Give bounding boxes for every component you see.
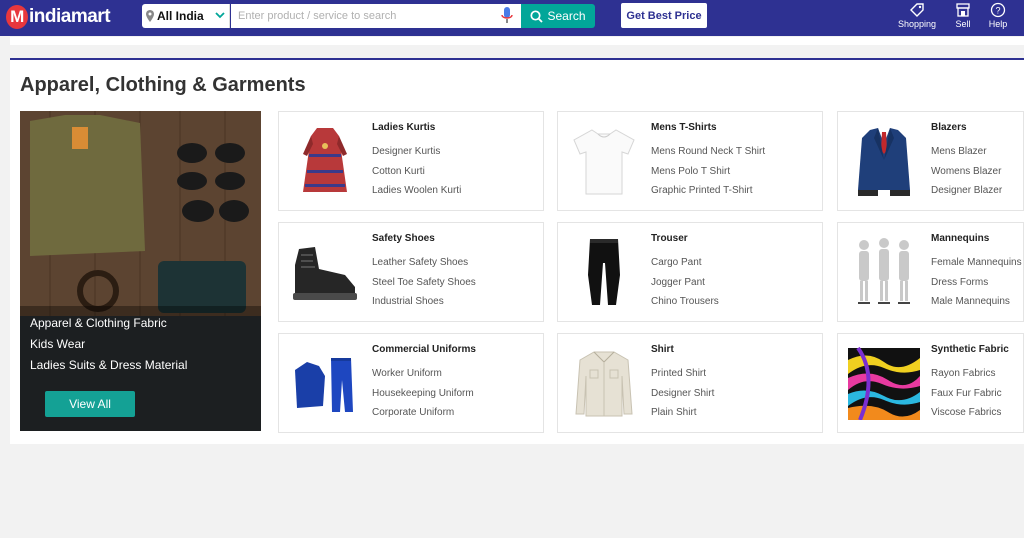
card-link[interactable]: Industrial Shoes (372, 292, 476, 312)
location-select[interactable]: All India (142, 4, 230, 28)
category-card-synthetic-fabric[interactable]: Synthetic Fabric Rayon Fabrics Faux Fur … (837, 333, 1024, 433)
card-link[interactable]: Cargo Pant (651, 253, 719, 273)
card-link[interactable]: Leather Safety Shoes (372, 253, 476, 273)
card-link[interactable]: Jogger Pant (651, 273, 719, 293)
card-title[interactable]: Ladies Kurtis (372, 122, 435, 133)
card-link[interactable]: Dress Forms (931, 273, 1022, 293)
microphone-icon[interactable] (500, 7, 514, 25)
card-link[interactable]: Chino Trousers (651, 292, 719, 312)
category-card-shirt[interactable]: Shirt Printed Shirt Designer Shirt Plain… (557, 333, 823, 433)
card-title[interactable]: Mannequins (931, 233, 989, 244)
card-link[interactable]: Designer Shirt (651, 384, 714, 404)
banner-link[interactable]: Kids Wear (30, 334, 187, 355)
category-card-blazers[interactable]: Blazers Mens Blazer Womens Blazer Design… (837, 111, 1024, 211)
card-link[interactable]: Womens Blazer (931, 162, 1002, 182)
card-link[interactable]: Graphic Printed T-Shirt (651, 181, 765, 201)
top-navbar: M indiamart All India Search Get Best Pr… (0, 0, 1024, 36)
logo-text: indiamart (29, 6, 111, 27)
card-title[interactable]: Trouser (651, 233, 688, 244)
card-title[interactable]: Commercial Uniforms (372, 344, 476, 355)
nav-sell[interactable]: Sell (950, 2, 976, 29)
category-card-commercial-uniforms[interactable]: Commercial Uniforms Worker Uniform House… (278, 333, 544, 433)
card-link[interactable]: Mens Polo T Shirt (651, 162, 765, 182)
uniform-image (295, 358, 353, 412)
card-link[interactable]: Housekeeping Uniform (372, 384, 474, 404)
card-link[interactable]: Plain Shirt (651, 403, 714, 423)
card-link[interactable]: Male Mannequins (931, 292, 1022, 312)
card-title[interactable]: Shirt (651, 344, 674, 355)
nav-shopping[interactable]: Shopping (896, 2, 938, 29)
banner-image (20, 111, 261, 431)
help-icon: ? (990, 2, 1006, 18)
shirt-image (575, 351, 633, 417)
card-link[interactable]: Worker Uniform (372, 364, 474, 384)
location-pin-icon (146, 10, 154, 22)
banner-links: Apparel & Clothing Fabric Kids Wear Ladi… (30, 313, 187, 376)
category-card-mannequins[interactable]: Mannequins Female Mannequins Dress Forms… (837, 222, 1024, 322)
card-title[interactable]: Synthetic Fabric (931, 344, 1009, 355)
banner-link[interactable]: Apparel & Clothing Fabric (30, 313, 187, 334)
view-all-button[interactable]: View All (45, 391, 135, 417)
tag-icon (910, 3, 924, 17)
fabric-image (848, 346, 920, 420)
nav-help-label: Help (988, 19, 1008, 29)
card-title[interactable]: Blazers (931, 122, 967, 133)
category-card-ladies-kurtis[interactable]: Ladies Kurtis Designer Kurtis Cotton Kur… (278, 111, 544, 211)
card-link[interactable]: Mens Blazer (931, 142, 1002, 162)
store-icon (956, 3, 970, 17)
card-link[interactable]: Printed Shirt (651, 364, 714, 384)
card-link[interactable]: Faux Fur Fabric (931, 384, 1002, 404)
search-button-label: Search (547, 9, 586, 23)
banner-link[interactable]: Ladies Suits & Dress Material (30, 355, 187, 376)
section-title: Apparel, Clothing & Garments (20, 74, 306, 96)
shoe-image (293, 247, 357, 300)
card-link[interactable]: Female Mannequins (931, 253, 1022, 273)
kurti-image (303, 128, 347, 192)
search-input[interactable] (231, 4, 521, 28)
search-button[interactable]: Search (521, 4, 595, 28)
svg-text:?: ? (995, 6, 1000, 16)
logo-mark: M (6, 5, 28, 29)
card-link[interactable]: Viscose Fabrics (931, 403, 1002, 423)
location-value: All India (157, 9, 204, 23)
nav-help[interactable]: ? Help (985, 2, 1011, 29)
category-banner[interactable]: Apparel & Clothing Fabric Kids Wear Ladi… (20, 111, 261, 431)
blazer-image (858, 128, 910, 196)
card-link[interactable]: Designer Kurtis (372, 142, 461, 162)
card-title[interactable]: Mens T-Shirts (651, 122, 717, 133)
get-best-price-button[interactable]: Get Best Price (621, 3, 707, 28)
card-link[interactable]: Designer Blazer (931, 181, 1002, 201)
indiamart-logo[interactable]: M indiamart (6, 4, 111, 30)
nav-sell-label: Sell (955, 19, 971, 29)
card-link[interactable]: Mens Round Neck T Shirt (651, 142, 765, 162)
tshirt-image (573, 129, 635, 195)
trouser-image (588, 239, 620, 305)
nav-shopping-label: Shopping (897, 19, 937, 29)
card-link[interactable]: Steel Toe Safety Shoes (372, 273, 476, 293)
card-link[interactable]: Rayon Fabrics (931, 364, 1002, 384)
chevron-down-icon (215, 12, 225, 19)
category-card-mens-tshirts[interactable]: Mens T-Shirts Mens Round Neck T Shirt Me… (557, 111, 823, 211)
category-card-trouser[interactable]: Trouser Cargo Pant Jogger Pant Chino Tro… (557, 222, 823, 322)
search-icon (530, 9, 544, 23)
card-link[interactable]: Corporate Uniform (372, 403, 474, 423)
mannequin-image (858, 238, 910, 304)
card-title[interactable]: Safety Shoes (372, 233, 435, 244)
sub-header-strip (10, 37, 1024, 45)
category-section: Apparel, Clothing & Garments Apparel & C… (10, 58, 1024, 444)
card-link[interactable]: Cotton Kurti (372, 162, 461, 182)
card-link[interactable]: Ladies Woolen Kurti (372, 181, 461, 201)
category-card-safety-shoes[interactable]: Safety Shoes Leather Safety Shoes Steel … (278, 222, 544, 322)
